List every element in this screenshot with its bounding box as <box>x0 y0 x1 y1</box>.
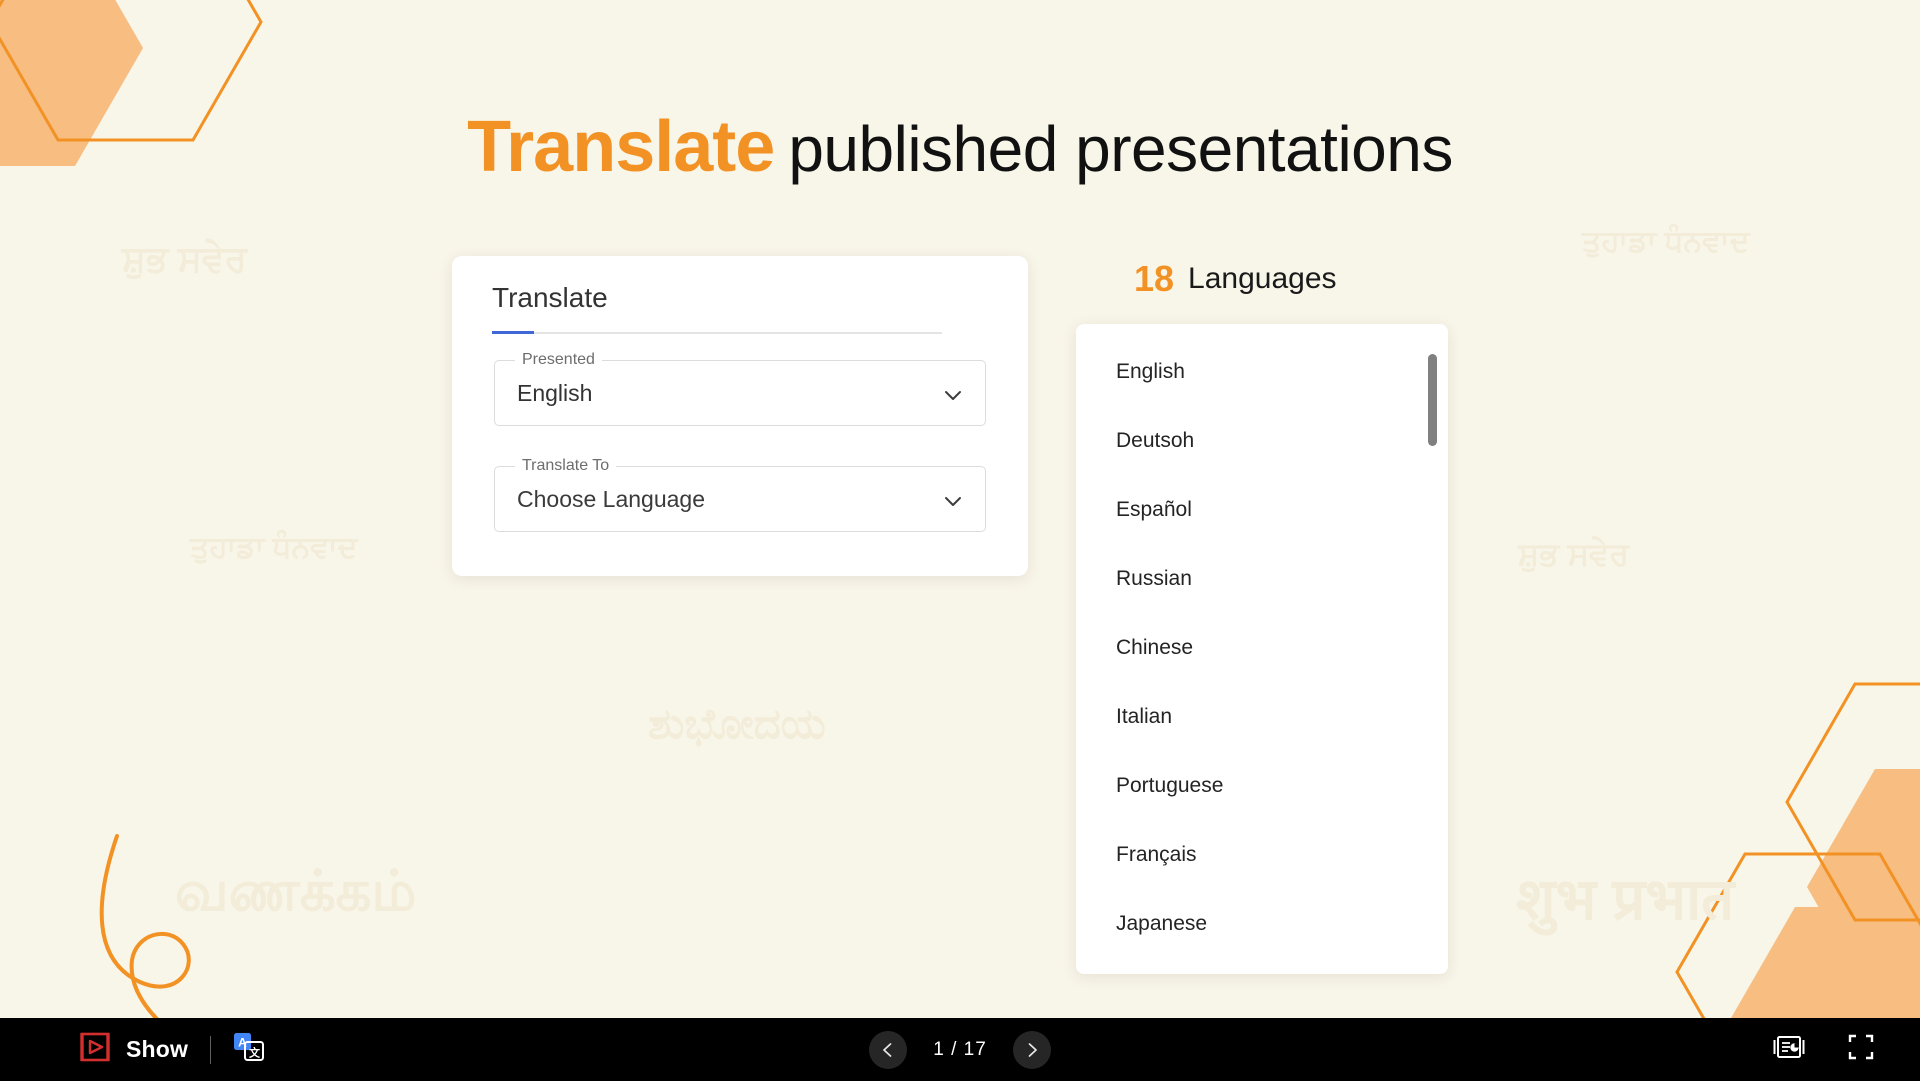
chevron-down-icon[interactable] <box>941 489 965 513</box>
watermark-text: शुभ प्रभात <box>1516 867 1735 932</box>
translate-to-label: Translate To <box>515 456 617 476</box>
language-list-item[interactable]: English <box>1116 360 1448 429</box>
translate-card: Translate Presented English Translate To… <box>452 256 1028 576</box>
presented-language-label: Presented <box>515 350 602 370</box>
languages-list[interactable]: English Deutsoh Español Russian Chinese Itali… <box>1076 324 1448 974</box>
presentation-slide: ਸ਼ੁਭ ਸਵੇਰ ਤੁਹਾਡਾ ਧੰਨਵਾਦ ਤੁਹਾਡਾ ਧੰਨਵਾਦ ਸ਼ੁਭ … <box>0 0 1920 1081</box>
watermark-text: ਸ਼ੁਭ ਸਵੇਰ <box>1518 536 1630 572</box>
toolbar-center-group: 1 / 17 <box>0 1030 1920 1069</box>
hexagon-fill-bottom-right-2 <box>1807 769 1920 1005</box>
watermark-text: வணக்கம் <box>175 859 417 922</box>
page-title-rest: published presentations <box>788 113 1453 185</box>
chevron-right-icon <box>1028 1042 1037 1057</box>
page-title-accent: Translate <box>467 107 775 187</box>
language-list-item[interactable]: Français <box>1116 843 1448 912</box>
previous-slide-button[interactable] <box>869 1030 907 1069</box>
language-list-item[interactable]: Portuguese <box>1116 774 1448 843</box>
presentation-slides-icon[interactable] <box>1772 1034 1806 1065</box>
translate-card-heading: Translate <box>492 282 608 313</box>
translate-card-tab-underline <box>492 331 942 334</box>
language-list-item[interactable]: Español <box>1116 498 1448 567</box>
translate-to-value: Choose Language <box>517 486 705 512</box>
chevron-down-icon[interactable] <box>941 383 965 407</box>
language-list-item[interactable]: Russian <box>1116 567 1448 636</box>
languages-panel: English Deutsoh Español Russian Chinese Itali… <box>1076 324 1448 974</box>
watermark-text: ಶುಭೋದಯ <box>648 700 826 747</box>
languages-header: 18 Languages <box>1134 258 1337 300</box>
language-list-item[interactable]: Japanese <box>1116 912 1448 974</box>
fullscreen-icon[interactable] <box>1848 1034 1874 1065</box>
languages-count-label: Languages <box>1188 262 1337 295</box>
language-list-item[interactable]: Chinese <box>1116 636 1448 705</box>
bottom-toolbar: Show A 文 1 / 17 <box>0 1018 1920 1081</box>
slide-counter: 1 / 17 <box>933 1038 987 1060</box>
languages-count: 18 <box>1134 258 1175 299</box>
watermark-text: ਸ਼ੁਭ ਸਵੇਰ <box>122 238 247 279</box>
languages-scrollbar-thumb[interactable] <box>1428 354 1437 446</box>
language-list-item[interactable]: Italian <box>1116 705 1448 774</box>
language-list-item[interactable]: Deutsoh <box>1116 429 1448 498</box>
chevron-left-icon <box>883 1042 892 1057</box>
watermark-text: ਤੁਹਾਡਾ ਧੰਨਵਾਦ <box>1582 225 1750 258</box>
presented-language-value: English <box>517 380 593 406</box>
hexagon-outline-bottom-right <box>1785 682 1920 922</box>
watermark-text: ਤੁਹਾਡਾ ਧੰਨਵਾਦ <box>190 531 358 564</box>
translate-to-language-select[interactable]: Translate To Choose Language <box>494 456 986 532</box>
toolbar-right-group <box>1772 1034 1874 1065</box>
page-title: Translate published presentations <box>0 106 1920 188</box>
next-slide-button[interactable] <box>1013 1030 1051 1069</box>
presented-language-select[interactable]: Presented English <box>494 350 986 426</box>
